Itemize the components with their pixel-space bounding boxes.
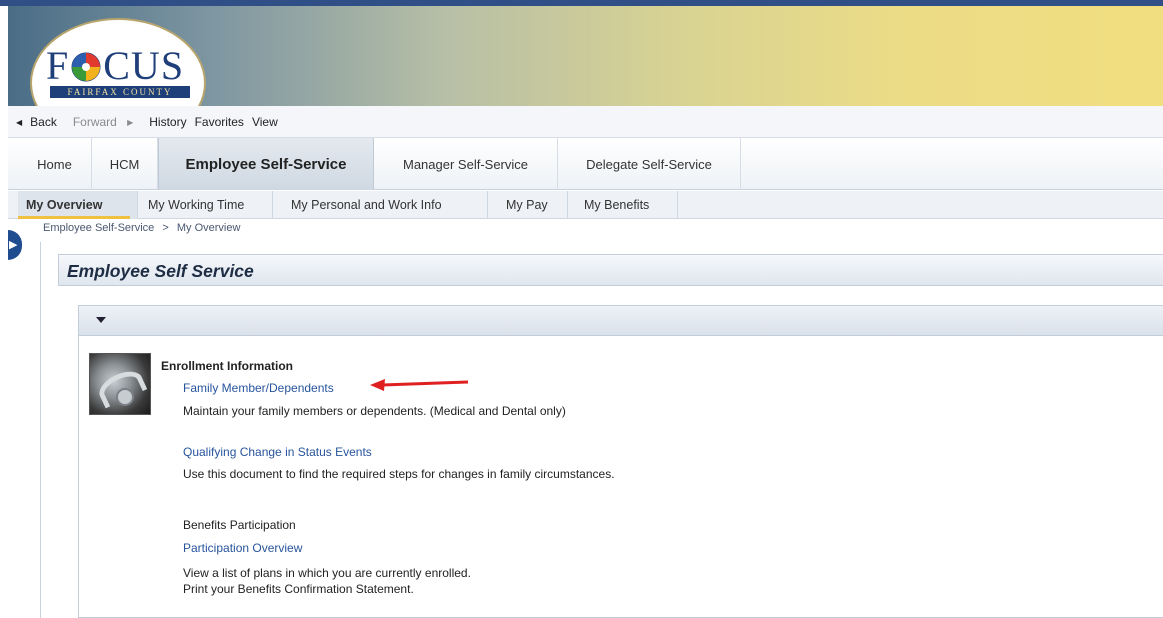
forward-label: Forward: [72, 114, 117, 129]
history-toolbar: ◀ Back Forward ▶ History Favorites View: [8, 106, 1163, 138]
logo-ribbon: FAIRFAX COUNTY: [50, 86, 190, 98]
stethoscope-chestpiece: [116, 388, 134, 406]
page-header: Employee Self Service: [58, 254, 1163, 286]
content-divider: [40, 242, 41, 618]
tab-employee-self-service[interactable]: Employee Self-Service: [158, 138, 374, 190]
forward-arrow-icon: ▶: [124, 117, 134, 127]
enrollment-heading: Enrollment Information: [161, 359, 293, 373]
benefits-participation-heading: Benefits Participation: [183, 518, 296, 532]
logo-letter-f: F: [46, 43, 70, 88]
collapse-caret-icon[interactable]: [96, 317, 106, 323]
family-member-dependents-link[interactable]: Family Member/Dependents: [183, 381, 334, 395]
breadcrumb-current: My Overview: [176, 222, 241, 234]
tab-home[interactable]: Home: [18, 138, 92, 190]
history-menu[interactable]: History: [149, 115, 186, 129]
back-label: Back: [30, 114, 57, 129]
panel-header: [79, 306, 1163, 336]
breadcrumb-separator: >: [162, 222, 169, 234]
qualifying-change-link[interactable]: Qualifying Change in Status Events: [183, 445, 372, 459]
back-button[interactable]: ◀ Back: [16, 115, 65, 129]
family-member-description: Maintain your family members or dependen…: [183, 404, 566, 418]
subtab-my-pay[interactable]: My Pay: [488, 191, 568, 219]
breadcrumb: Employee Self-Service > My Overview: [43, 222, 240, 234]
subtab-my-benefits[interactable]: My Benefits: [568, 191, 678, 219]
second-level-navigation: My Overview My Working Time My Personal …: [8, 191, 1163, 219]
top-level-navigation: Home HCM Employee Self-Service Manager S…: [8, 138, 1163, 190]
subtab-my-personal-and-work-info[interactable]: My Personal and Work Info: [273, 191, 488, 219]
breadcrumb-root[interactable]: Employee Self-Service: [43, 222, 154, 234]
qualifying-change-description: Use this document to find the required s…: [183, 467, 615, 481]
page-title: Employee Self Service: [67, 261, 254, 281]
logo-letters-cus: CUS: [103, 43, 185, 88]
chevron-right-icon: ▶: [9, 239, 18, 251]
annotation-arrow-icon: [370, 379, 469, 391]
forward-button[interactable]: Forward ▶: [73, 115, 141, 129]
logo-color-wheel-icon: [71, 52, 101, 82]
subtab-my-overview[interactable]: My Overview: [18, 191, 138, 219]
participation-description-1: View a list of plans in which you are cu…: [183, 566, 471, 580]
view-menu[interactable]: View: [252, 115, 278, 129]
tab-hcm[interactable]: HCM: [92, 138, 158, 190]
tab-manager-self-service[interactable]: Manager Self-Service: [374, 138, 558, 190]
favorites-menu[interactable]: Favorites: [195, 115, 244, 129]
stethoscope-image: [89, 353, 151, 415]
tab-delegate-self-service[interactable]: Delegate Self-Service: [558, 138, 741, 190]
participation-overview-link[interactable]: Participation Overview: [183, 541, 302, 555]
subtab-my-working-time[interactable]: My Working Time: [138, 191, 273, 219]
focus-logo[interactable]: F CUS FAIRFAX COUNTY: [8, 6, 218, 106]
active-subtab-marker: [18, 216, 130, 219]
back-arrow-icon: ◀: [16, 117, 23, 127]
expand-navigation-panel-button[interactable]: ▶: [8, 230, 22, 260]
logo-wordmark: F CUS: [46, 42, 184, 89]
participation-description-2: Print your Benefits Confirmation Stateme…: [183, 582, 414, 596]
